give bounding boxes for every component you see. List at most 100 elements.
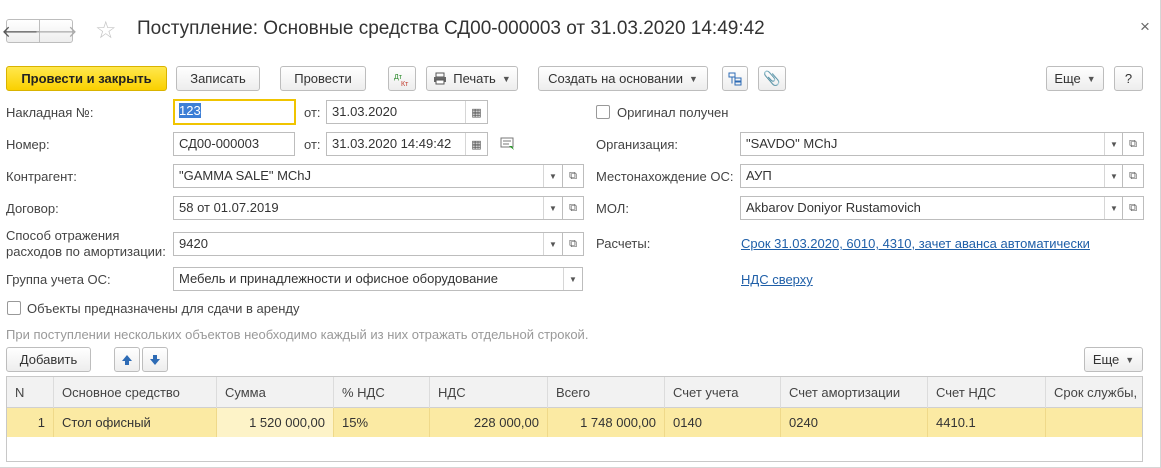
group-field[interactable]: Мебель и принадлежности и офисное оборуд…	[173, 267, 583, 291]
post-button[interactable]: Провести	[280, 66, 366, 91]
window-title: Поступление: Основные средства СД00-0000…	[137, 18, 765, 39]
arrow-up-icon	[122, 354, 132, 365]
arrow-down-icon	[150, 354, 160, 365]
vat-link[interactable]: НДС сверху	[741, 272, 813, 287]
chevron-down-icon[interactable]: ▼	[1104, 165, 1123, 187]
mol-field[interactable]: Akbarov Doniyor Rustamovich ▼	[740, 196, 1124, 220]
number-date-label: от:	[304, 137, 321, 152]
column-header[interactable]: N	[7, 377, 54, 408]
mol-value: Akbarov Doniyor Rustamovich	[746, 200, 921, 215]
table-more-label: Еще	[1092, 352, 1120, 367]
number-date-value: 31.03.2020 14:49:42	[332, 136, 452, 151]
column-header[interactable]: % НДС	[334, 377, 430, 408]
invoice-date-field[interactable]: 31.03.2020 ▦	[326, 100, 488, 124]
invoice-date-value: 31.03.2020	[332, 104, 398, 119]
organization-field[interactable]: "SAVDO" MChJ ▼	[740, 132, 1124, 156]
table-cell-total[interactable]: 1 748 000,00	[548, 408, 665, 437]
table-cell-vat-account[interactable]: 4410.1	[928, 408, 1046, 437]
invoice-date-label: от:	[304, 105, 321, 120]
table-cell-asset[interactable]: Стол офисный	[54, 408, 217, 437]
save-button[interactable]: Записать	[176, 66, 260, 91]
open-amortization-icon[interactable]: ⧉	[562, 232, 584, 256]
open-location-icon[interactable]: ⧉	[1122, 164, 1144, 188]
post-and-close-button[interactable]: Провести и закрыть	[6, 66, 167, 91]
add-row-button[interactable]: Добавить	[6, 347, 91, 372]
counterparty-field[interactable]: "GAMMA SALE" MChJ ▼	[173, 164, 563, 188]
number-label: Номер:	[6, 137, 50, 152]
column-header[interactable]: Сумма	[217, 377, 334, 408]
create-based-on-button[interactable]: Создать на основании ▼	[538, 66, 708, 91]
number-field[interactable]: СД00-000003	[173, 132, 295, 156]
chevron-down-icon: ▼	[1125, 354, 1135, 365]
group-label: Группа учета ОС:	[6, 272, 111, 287]
table-cell-amortization-account[interactable]: 0240	[781, 408, 928, 437]
comment-icon[interactable]	[500, 137, 516, 154]
open-contract-icon[interactable]: ⧉	[562, 196, 584, 220]
table-row[interactable]: 1 Стол офисный 1 520 000,00 15% 228 000,…	[7, 408, 1142, 437]
organization-value: "SAVDO" MChJ	[746, 136, 838, 151]
fixed-assets-table: N Основное средство Сумма % НДС НДС Всег…	[6, 376, 1143, 462]
column-header[interactable]: Основное средство	[54, 377, 217, 408]
number-value: СД00-000003	[179, 136, 260, 151]
organization-label: Организация:	[596, 137, 679, 152]
column-header[interactable]: Счет НДС	[928, 377, 1046, 408]
number-date-field[interactable]: 31.03.2020 14:49:42 ▦	[326, 132, 488, 156]
original-received-checkbox[interactable]	[596, 105, 610, 119]
table-cell-sum[interactable]: 1 520 000,00	[217, 408, 334, 437]
create-based-on-label: Создать на основании	[548, 71, 683, 86]
help-button[interactable]: ?	[1114, 66, 1143, 91]
open-organization-icon[interactable]: ⧉	[1122, 132, 1144, 156]
settlements-link[interactable]: Срок 31.03.2020, 6010, 4310, зачет аванс…	[741, 236, 1090, 251]
column-header[interactable]: НДС	[430, 377, 548, 408]
chevron-down-icon[interactable]: ▼	[1104, 197, 1123, 219]
chevron-down-icon[interactable]: ▼	[1104, 133, 1123, 155]
structure-icon	[728, 72, 742, 85]
original-received-label: Оригинал получен	[617, 105, 729, 120]
invoice-number-value: 123	[179, 103, 201, 118]
print-button[interactable]: Печать ▼	[426, 66, 518, 91]
amortization-field[interactable]: 9420 ▼	[173, 232, 563, 256]
attach-button[interactable]: 📎	[758, 66, 786, 91]
chevron-down-icon[interactable]: ▼	[563, 268, 582, 290]
rent-checkbox[interactable]	[7, 301, 21, 315]
document-window: 🡐 🡒 ☆ Поступление: Основные средства СД0…	[0, 0, 1161, 468]
svg-text:Дт: Дт	[394, 74, 403, 81]
chevron-down-icon[interactable]: ▼	[543, 165, 562, 187]
chevron-down-icon[interactable]: ▼	[543, 233, 562, 255]
calendar-icon[interactable]: ▦	[465, 133, 487, 155]
table-cell-account[interactable]: 0140	[665, 408, 781, 437]
move-down-button[interactable]	[142, 347, 168, 372]
column-header[interactable]: Счет учета	[665, 377, 781, 408]
open-counterparty-icon[interactable]: ⧉	[562, 164, 584, 188]
settlements-label: Расчеты:	[596, 236, 651, 251]
chevron-down-icon[interactable]: ▼	[543, 197, 562, 219]
column-header[interactable]: Всего	[548, 377, 665, 408]
more-button[interactable]: Еще ▼	[1046, 66, 1104, 91]
favorite-star-icon[interactable]: ☆	[95, 16, 117, 45]
close-icon[interactable]: ×	[1140, 17, 1150, 37]
rent-label: Объекты предназначены для сдачи в аренду	[27, 301, 300, 316]
move-up-button[interactable]	[114, 347, 140, 372]
amortization-value: 9420	[179, 236, 208, 251]
table-header: N Основное средство Сумма % НДС НДС Всег…	[7, 377, 1142, 408]
column-header[interactable]: Счет амортизации	[781, 377, 928, 408]
location-field[interactable]: АУП ▼	[740, 164, 1124, 188]
chevron-down-icon: ▼	[1086, 73, 1096, 84]
calendar-icon[interactable]: ▦	[465, 101, 487, 123]
column-header[interactable]: Срок службы,	[1046, 377, 1142, 408]
forward-button[interactable]: 🡒	[35, 19, 77, 43]
invoice-number-field[interactable]: 123	[173, 99, 296, 125]
table-cell-service-life[interactable]	[1046, 408, 1142, 437]
table-more-button[interactable]: Еще ▼	[1084, 347, 1143, 372]
table-cell-n[interactable]: 1	[7, 408, 54, 437]
structure-button[interactable]	[722, 66, 748, 91]
dt-kt-button[interactable]: Дт Кт	[388, 66, 416, 91]
table-cell-vat-rate[interactable]: 15%	[334, 408, 430, 437]
hint-text: При поступлении нескольких объектов необ…	[6, 327, 589, 342]
contract-field[interactable]: 58 от 01.07.2019 ▼	[173, 196, 563, 220]
invoice-label: Накладная №:	[6, 105, 94, 120]
open-mol-icon[interactable]: ⧉	[1122, 196, 1144, 220]
table-cell-vat[interactable]: 228 000,00	[430, 408, 548, 437]
location-label: Местонахождение ОС:	[596, 169, 734, 184]
amortization-label-line2: расходов по амортизации:	[6, 244, 166, 259]
